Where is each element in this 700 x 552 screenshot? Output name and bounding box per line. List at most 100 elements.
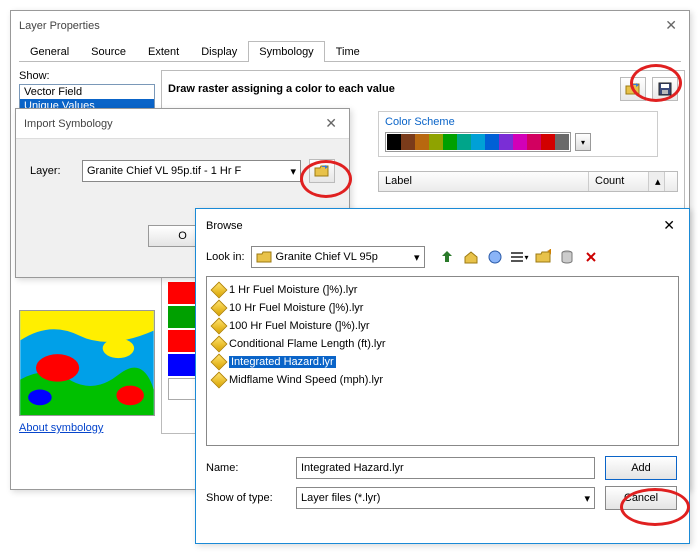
file-item[interactable]: 1 Hr Fuel Moisture (]%).lyr <box>211 281 674 299</box>
close-icon[interactable]: ✕ <box>661 17 681 34</box>
color-scheme-group: Color Scheme ▾ <box>378 111 658 157</box>
connect-folder-button[interactable] <box>485 247 505 267</box>
tab-extent[interactable]: Extent <box>137 41 190 62</box>
symbol-table-header: Label Count ▴ <box>378 171 678 192</box>
legend-swatch <box>168 282 196 304</box>
scroll-up-icon[interactable]: ▴ <box>649 172 665 191</box>
close-icon[interactable]: ✕ <box>659 217 679 234</box>
up-folder-button[interactable] <box>437 247 457 267</box>
window-title: Layer Properties <box>19 20 100 32</box>
color-swatch <box>541 134 555 150</box>
lookin-label: Look in: <box>206 251 245 263</box>
type-combo[interactable]: Layer files (*.lyr) ▾ <box>296 487 595 509</box>
color-swatch <box>527 134 541 150</box>
legend-swatch <box>168 354 196 376</box>
database-icon <box>559 249 575 265</box>
browse-layer-button[interactable] <box>309 159 335 183</box>
globe-icon <box>487 249 503 265</box>
close-icon[interactable]: ✕ <box>321 115 341 132</box>
type-label: Show of type: <box>206 492 286 504</box>
col-label[interactable]: Label <box>379 172 589 191</box>
add-button[interactable]: Add <box>605 456 677 480</box>
lookin-value: Granite Chief VL 95p <box>276 251 410 263</box>
about-symbology-link[interactable]: About symbology <box>19 422 103 434</box>
chevron-down-icon: ▾ <box>414 251 420 264</box>
name-input[interactable] <box>296 457 595 479</box>
folder-new-icon: ✦ <box>535 249 551 265</box>
show-label: Show: <box>19 70 155 82</box>
dialog-title: Import Symbology <box>24 118 113 130</box>
name-label: Name: <box>206 462 286 474</box>
draw-caption: Draw raster assigning a color to each va… <box>168 83 614 95</box>
cancel-button[interactable]: Cancel <box>605 486 677 510</box>
tab-time[interactable]: Time <box>325 41 371 62</box>
layer-file-icon <box>211 336 228 353</box>
layer-label: Layer: <box>30 165 74 177</box>
file-item[interactable]: Integrated Hazard.lyr <box>211 353 674 371</box>
import-symbology-button[interactable] <box>620 77 646 101</box>
home-icon <box>463 249 479 265</box>
file-name: Conditional Flame Length (ft).lyr <box>229 338 386 350</box>
tab-display[interactable]: Display <box>190 41 248 62</box>
legend-swatch <box>168 306 196 328</box>
folder-open-icon <box>625 81 641 97</box>
svg-text:✦: ✦ <box>546 249 551 258</box>
chevron-down-icon: ▾ <box>584 492 590 505</box>
folder-icon <box>256 249 272 265</box>
legend-swatch <box>168 330 196 352</box>
file-item[interactable]: Midflame Wind Speed (mph).lyr <box>211 371 674 389</box>
color-scheme-swatches[interactable] <box>385 132 571 152</box>
legend-swatch <box>168 378 196 400</box>
list-view-button[interactable]: ▾ <box>509 247 529 267</box>
layer-combo-value: Granite Chief VL 95p.tif - 1 Hr F <box>87 165 241 177</box>
color-swatch <box>387 134 401 150</box>
color-swatch <box>513 134 527 150</box>
dialog-title: Browse <box>206 220 243 232</box>
file-name: Integrated Hazard.lyr <box>229 356 336 368</box>
file-list[interactable]: 1 Hr Fuel Moisture (]%).lyr 10 Hr Fuel Mo… <box>206 276 679 446</box>
color-scheme-label: Color Scheme <box>385 116 651 128</box>
tabs: General Source Extent Display Symbology … <box>19 40 681 62</box>
browse-titlebar: Browse ✕ <box>196 209 689 242</box>
show-item[interactable]: Vector Field <box>20 85 154 99</box>
chevron-down-icon: ▾ <box>525 253 529 262</box>
layer-file-icon <box>211 354 228 371</box>
save-symbology-button[interactable] <box>652 77 678 101</box>
layer-file-icon <box>211 300 228 317</box>
layer-combo[interactable]: Granite Chief VL 95p.tif - 1 Hr F ▾ <box>82 160 301 182</box>
symbology-preview <box>19 310 155 416</box>
color-swatch <box>401 134 415 150</box>
new-folder-button[interactable]: ✦ <box>533 247 553 267</box>
folder-open-icon <box>314 163 330 179</box>
file-item[interactable]: Conditional Flame Length (ft).lyr <box>211 335 674 353</box>
file-item[interactable]: 10 Hr Fuel Moisture (]%).lyr <box>211 299 674 317</box>
delete-icon <box>583 249 599 265</box>
add-connection-button[interactable] <box>557 247 577 267</box>
layer-file-icon <box>211 282 228 299</box>
delete-button[interactable] <box>581 247 601 267</box>
tab-general[interactable]: General <box>19 41 80 62</box>
color-swatch <box>457 134 471 150</box>
tab-source[interactable]: Source <box>80 41 137 62</box>
import-symbology-titlebar: Import Symbology ✕ <box>16 109 349 139</box>
tab-symbology[interactable]: Symbology <box>248 41 324 62</box>
color-swatch <box>499 134 513 150</box>
file-name: Midflame Wind Speed (mph).lyr <box>229 374 383 386</box>
lookin-combo[interactable]: Granite Chief VL 95p ▾ <box>251 246 425 268</box>
col-count[interactable]: Count <box>589 172 649 191</box>
color-swatch <box>443 134 457 150</box>
color-swatch <box>415 134 429 150</box>
browse-dialog: Browse ✕ Look in: Granite Chief VL 95p ▾… <box>195 208 690 544</box>
save-icon <box>657 81 673 97</box>
color-swatch <box>471 134 485 150</box>
file-name: 1 Hr Fuel Moisture (]%).lyr <box>229 284 357 296</box>
color-swatch <box>485 134 499 150</box>
file-item[interactable]: 100 Hr Fuel Moisture (]%).lyr <box>211 317 674 335</box>
arrow-up-icon <box>439 249 455 265</box>
chevron-down-icon: ▾ <box>290 165 296 178</box>
home-button[interactable] <box>461 247 481 267</box>
layer-file-icon <box>211 372 228 389</box>
color-swatch <box>429 134 443 150</box>
color-scheme-dropdown[interactable]: ▾ <box>575 133 591 151</box>
type-value: Layer files (*.lyr) <box>301 492 380 504</box>
